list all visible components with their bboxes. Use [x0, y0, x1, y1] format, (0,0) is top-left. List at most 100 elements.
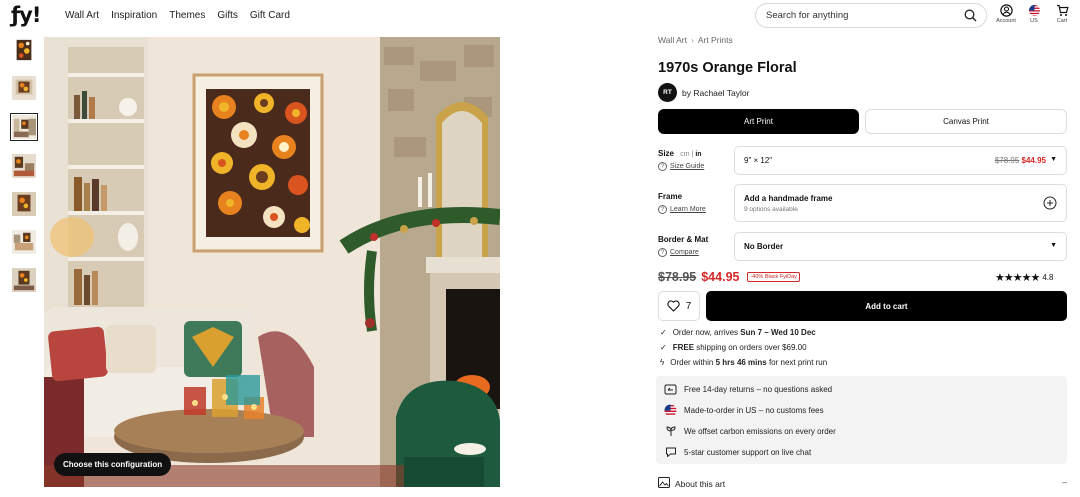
- border-value: No Border: [744, 242, 784, 251]
- perk-support-text: 5-star customer support on live chat: [684, 447, 812, 457]
- cart-label: Cart: [1056, 18, 1068, 24]
- unit-in[interactable]: in: [695, 151, 701, 158]
- countdown-suffix: for next print run: [766, 358, 828, 367]
- thumbnail-2[interactable]: [11, 75, 37, 101]
- frame-learn-more-label: Learn More: [670, 206, 706, 213]
- size-new-price: $44.95: [1021, 156, 1046, 165]
- border-compare-link[interactable]: ? Compare: [658, 248, 699, 257]
- perk-returns: Free 14-day returns – no questions asked: [664, 383, 832, 395]
- rating[interactable]: ★★★★★ 4.8: [995, 271, 1053, 284]
- breadcrumb: Wall Art › Art Prints: [658, 35, 733, 45]
- product-main-image[interactable]: [44, 37, 500, 487]
- free-shipping-text: shipping on orders over $69.00: [694, 343, 807, 352]
- star-rating-icon: ★★★★★: [995, 272, 1040, 284]
- perk-support: 5-star customer support on live chat: [664, 446, 811, 458]
- delivery-dates: Sun 7 – Wed 10 Dec: [740, 328, 816, 337]
- chat-icon: [664, 446, 677, 458]
- thumbnail-5[interactable]: [11, 191, 37, 217]
- search-icon[interactable]: [964, 9, 977, 27]
- discount-badge: -40% Black FyiDay: [747, 272, 800, 282]
- size-old-price: $78.95: [994, 156, 1020, 165]
- print-run-countdown: ϟ Order within 5 hrs 46 mins for next pr…: [660, 358, 827, 367]
- unit-toggle: cm | in: [680, 151, 701, 158]
- question-icon: ?: [658, 162, 667, 171]
- check-icon: ✓: [660, 343, 667, 352]
- us-flag-icon: [664, 404, 677, 416]
- sprout-icon: [664, 425, 677, 437]
- countdown-time: 5 hrs 46 mins: [715, 358, 767, 367]
- unit-cm[interactable]: cm: [680, 151, 689, 158]
- account-button[interactable]: Account: [996, 4, 1016, 24]
- size-label-row: Size cm | in: [658, 149, 702, 158]
- delivery-text: Order now, arrives: [672, 328, 741, 337]
- perk-made-in-us: Made-to-order in US – no customs fees: [664, 404, 824, 416]
- artist-avatar: RT: [658, 83, 677, 102]
- heart-icon: [667, 300, 680, 312]
- search-input[interactable]: [766, 10, 946, 21]
- tab-art-print[interactable]: Art Print: [658, 109, 859, 134]
- us-flag-icon: [1028, 5, 1040, 16]
- nav-themes[interactable]: Themes: [169, 10, 205, 21]
- delivery-estimate: ✓ Order now, arrives Sun 7 – Wed 10 Dec: [660, 328, 816, 337]
- breadcrumb-wall-art[interactable]: Wall Art: [658, 35, 687, 45]
- price-row: $78.95 $44.95 -40% Black FyiDay: [658, 270, 800, 284]
- frame-learn-more-link[interactable]: ? Learn More: [658, 205, 706, 214]
- image-icon: [658, 477, 670, 490]
- cart-button[interactable]: Cart: [1052, 4, 1072, 24]
- thumbnail-6[interactable]: [11, 229, 37, 255]
- frame-value: Add a handmade frame: [744, 194, 833, 203]
- thumbnail-1[interactable]: [11, 37, 37, 63]
- nav-inspiration[interactable]: Inspiration: [111, 10, 157, 21]
- frame-label: Frame: [658, 192, 683, 201]
- check-icon: ✓: [660, 328, 667, 337]
- size-price: $78.95 $44.95: [995, 156, 1046, 165]
- size-value: 9" × 12": [744, 156, 773, 165]
- region-button[interactable]: US: [1024, 4, 1044, 24]
- collapse-icon[interactable]: –: [1062, 477, 1067, 487]
- perk-carbon-text: We offset carbon emissions on every orde…: [684, 426, 836, 436]
- chevron-down-icon: ▼: [1050, 156, 1057, 163]
- lightning-icon: ϟ: [660, 358, 665, 367]
- main-nav: Wall Art Inspiration Themes Gifts Gift C…: [65, 10, 290, 21]
- site-logo[interactable]: ƒy!: [11, 4, 41, 26]
- choose-configuration-button[interactable]: Choose this configuration: [54, 453, 172, 476]
- border-label: Border & Mat: [658, 235, 709, 244]
- countdown-text: Order within: [670, 358, 716, 367]
- question-icon: ?: [658, 248, 667, 257]
- about-section-toggle[interactable]: About this art –: [658, 477, 1067, 490]
- account-icon: [999, 4, 1013, 17]
- add-to-cart-button[interactable]: Add to cart: [706, 291, 1067, 321]
- sale-price: $44.95: [701, 270, 740, 284]
- tab-canvas-print[interactable]: Canvas Print: [865, 109, 1067, 134]
- size-guide-link[interactable]: ? Size Guide: [658, 162, 704, 171]
- thumbnail-strip: [10, 37, 39, 305]
- thumbnail-3[interactable]: [10, 113, 38, 141]
- thumbnail-7[interactable]: [11, 267, 37, 293]
- nav-wall-art[interactable]: Wall Art: [65, 10, 99, 21]
- free-label: FREE: [672, 343, 695, 352]
- perk-made-in-us-text: Made-to-order in US – no customs fees: [684, 405, 824, 415]
- wishlist-button[interactable]: 7: [658, 291, 700, 321]
- size-guide-label: Size Guide: [670, 163, 705, 170]
- size-label: Size: [658, 149, 675, 158]
- border-compare-label: Compare: [670, 249, 699, 256]
- chevron-down-icon: ▼: [1050, 242, 1057, 249]
- breadcrumb-art-prints[interactable]: Art Prints: [698, 35, 733, 45]
- nav-gifts[interactable]: Gifts: [217, 10, 238, 21]
- artist-name[interactable]: by Rachael Taylor: [682, 88, 749, 98]
- size-select[interactable]: 9" × 12" $78.95 $44.95 ▼: [734, 146, 1067, 175]
- wishlist-count: 7: [685, 300, 692, 312]
- frame-options-count: 9 options available: [744, 206, 798, 213]
- nav-gift-card[interactable]: Gift Card: [250, 10, 290, 21]
- border-select[interactable]: No Border ▼: [734, 232, 1067, 261]
- product-title: 1970s Orange Floral: [658, 60, 797, 76]
- thumbnail-4[interactable]: [11, 153, 37, 179]
- artist-row[interactable]: RT by Rachael Taylor: [658, 83, 749, 102]
- question-icon: ?: [658, 205, 667, 214]
- region-label: US: [1030, 18, 1038, 24]
- header-actions: Account US Cart: [996, 4, 1072, 24]
- frame-select[interactable]: Add a handmade frame 9 options available: [734, 184, 1067, 222]
- rating-value: 4.8: [1042, 273, 1054, 282]
- cart-icon: [1056, 4, 1069, 16]
- unit-separator: |: [691, 151, 694, 158]
